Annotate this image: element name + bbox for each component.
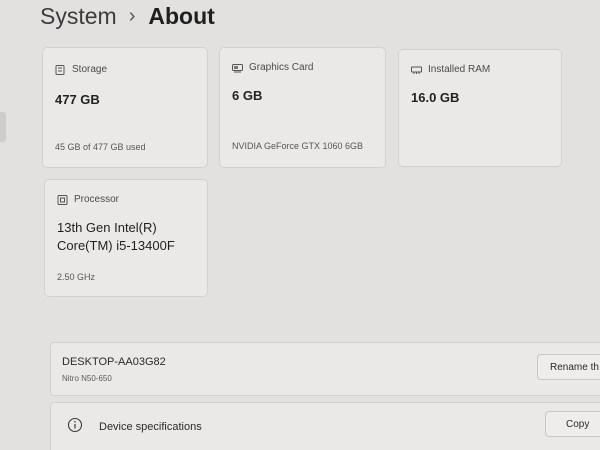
copy-button[interactable]: Copy [545, 411, 600, 437]
storage-icon [55, 64, 66, 75]
processor-name-line1: 13th Gen Intel(R) [57, 220, 157, 235]
installed-ram-card[interactable]: Installed RAM 16.0 GB [398, 49, 562, 167]
processor-speed: 2.50 GHz [57, 272, 96, 282]
page-title: About [148, 3, 215, 29]
graphics-card-model: NVIDIA GeForce GTX 1060 6GB [232, 141, 364, 151]
storage-value: 477 GB [55, 92, 100, 107]
storage-usage: 45 GB of 477 GB used [55, 142, 146, 152]
breadcrumb-separator: › [128, 5, 136, 27]
nav-pane-edge[interactable] [0, 112, 6, 142]
device-model: Nitro N50-650 [62, 374, 112, 383]
graphics-card-value: 6 GB [232, 88, 263, 103]
storage-title: Storage [72, 64, 108, 75]
storage-card[interactable]: Storage 477 GB 45 GB of 477 GB used [42, 47, 208, 168]
processor-card[interactable]: Processor 13th Gen Intel(R) Core(TM) i5-… [44, 179, 208, 297]
breadcrumb: System › About [40, 3, 215, 30]
device-name: DESKTOP-AA03G82 [62, 356, 166, 368]
graphics-card-icon [232, 63, 243, 73]
device-specifications-row[interactable]: Device specifications Copy [50, 402, 600, 450]
rename-pc-button[interactable]: Rename th [537, 354, 600, 380]
installed-ram-title: Installed RAM [428, 64, 491, 75]
ram-icon [411, 65, 422, 75]
device-name-row: DESKTOP-AA03G82 Nitro N50-650 Rename th [50, 342, 600, 396]
graphics-card-card[interactable]: Graphics Card 6 GB NVIDIA GeForce GTX 10… [219, 47, 386, 168]
breadcrumb-system[interactable]: System [40, 3, 117, 30]
processor-icon [57, 194, 68, 205]
installed-ram-value: 16.0 GB [411, 90, 460, 105]
about-page: System › About Storage 477 GB 45 GB of 4… [0, 0, 600, 450]
processor-name-line2: Core(TM) i5-13400F [57, 238, 175, 253]
processor-title: Processor [74, 194, 120, 205]
device-specifications-title: Device specifications [99, 421, 202, 433]
graphics-card-title: Graphics Card [249, 62, 314, 73]
info-icon [67, 417, 83, 433]
